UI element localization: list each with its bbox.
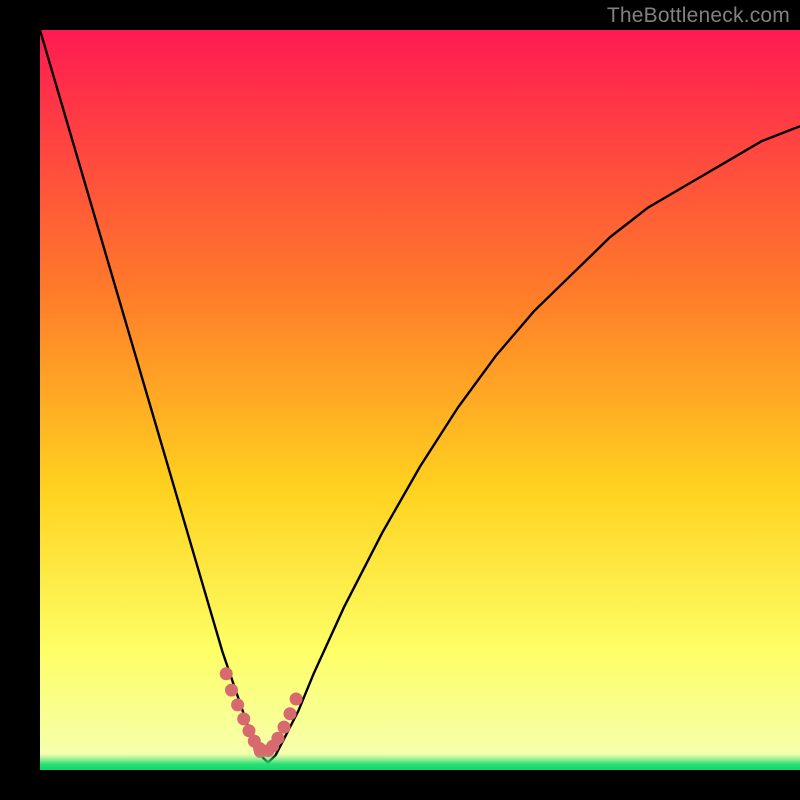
gradient-background (40, 30, 800, 770)
valley-marker (220, 667, 233, 680)
plot-area (40, 30, 800, 770)
valley-marker (290, 693, 303, 706)
valley-marker (231, 698, 244, 711)
valley-marker (237, 712, 250, 725)
valley-marker (284, 707, 297, 720)
valley-marker (278, 721, 291, 734)
chart-stage: TheBottleneck.com (0, 0, 800, 800)
valley-marker (271, 732, 284, 745)
valley-marker (225, 684, 238, 697)
plot-svg (40, 30, 800, 770)
watermark-text: TheBottleneck.com (607, 4, 790, 28)
